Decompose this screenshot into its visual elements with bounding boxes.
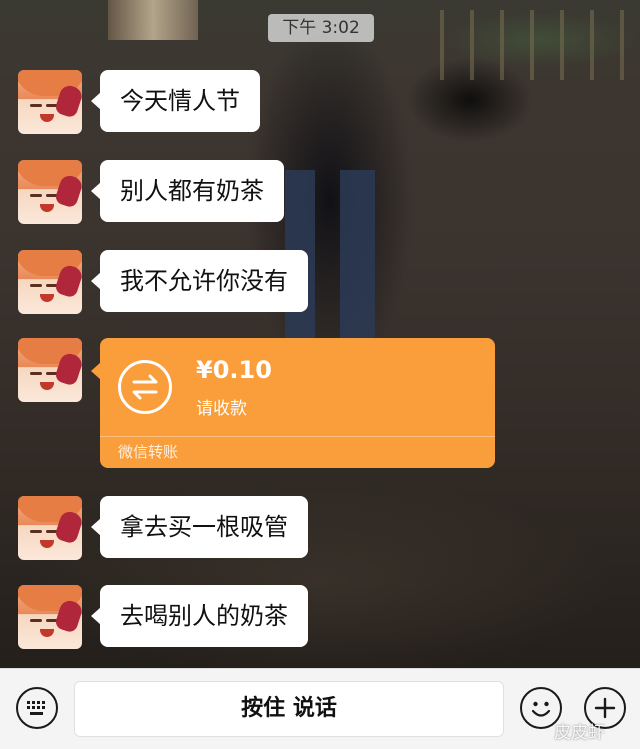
message-bubble[interactable]: 我不允许你没有 (91, 250, 308, 312)
chat-input-bar: 按住 说话 (0, 668, 640, 749)
avatar[interactable] (18, 160, 82, 224)
avatar[interactable] (18, 585, 82, 649)
transfer-card[interactable]: ¥0.10 请收款 微信转账 (91, 338, 495, 468)
watermark: 皮皮虾 (554, 723, 605, 743)
transfer-divider (100, 436, 495, 437)
transfer-label: 微信转账 (118, 443, 179, 461)
background-door-light (108, 0, 198, 40)
transfer-arrows-icon (118, 360, 172, 414)
avatar[interactable] (18, 70, 82, 134)
keyboard-toggle-button[interactable] (16, 687, 58, 729)
message-timestamp: 下午 3:02 (268, 14, 374, 42)
background-fence (440, 10, 640, 80)
message-bubble[interactable]: 今天情人节 (91, 70, 260, 132)
transfer-amount: ¥0.10 (196, 356, 272, 384)
message-bubble[interactable]: 去喝别人的奶茶 (91, 585, 308, 647)
hold-to-talk-button[interactable]: 按住 说话 (74, 681, 504, 737)
transfer-status: 请收款 (196, 399, 247, 419)
avatar[interactable] (18, 496, 82, 560)
message-bubble[interactable]: 拿去买一根吸管 (91, 496, 308, 558)
keyboard-icon (27, 701, 45, 715)
avatar[interactable] (18, 338, 82, 402)
message-bubble[interactable]: 别人都有奶茶 (91, 160, 284, 222)
avatar[interactable] (18, 250, 82, 314)
